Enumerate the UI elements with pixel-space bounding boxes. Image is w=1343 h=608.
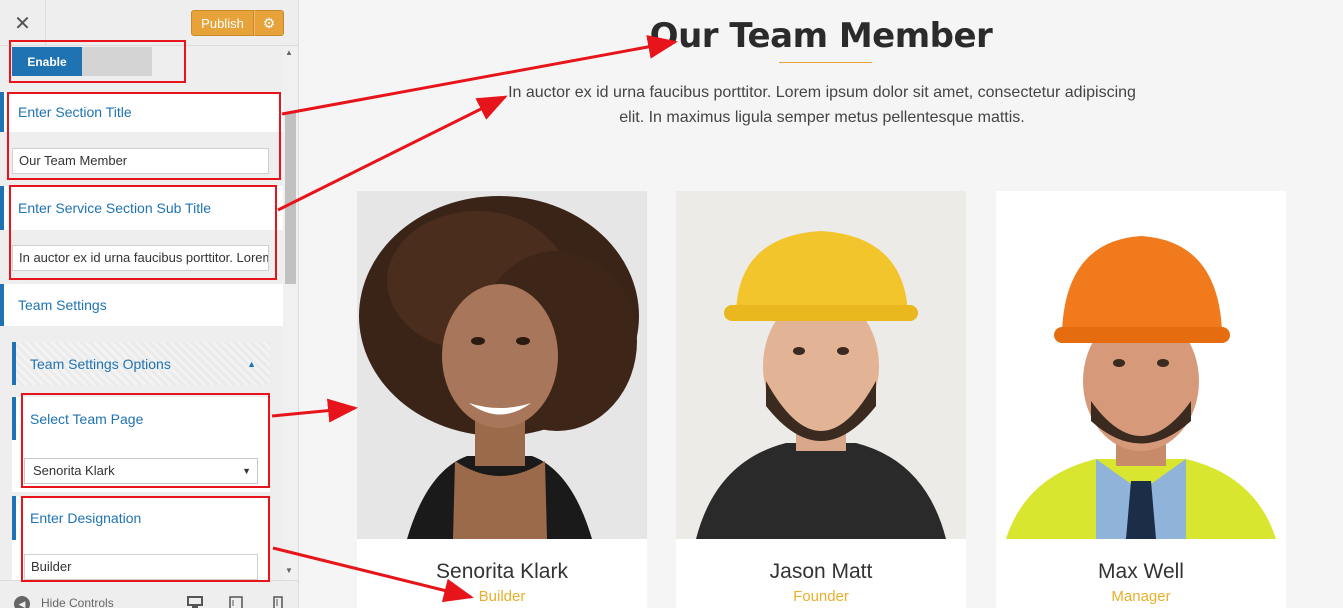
- customizer-footer: ◀ Hide Controls: [0, 580, 298, 608]
- hide-controls-button[interactable]: Hide Controls: [41, 596, 114, 608]
- section-title-label: Enter Section Title: [18, 104, 132, 120]
- designation-heading: Enter Designation: [12, 496, 270, 540]
- section-subtitle: In auctor ex id urna faucibus porttitor.…: [508, 84, 1136, 126]
- desktop-icon[interactable]: [187, 596, 203, 608]
- section-subtitle-heading: Enter Service Section Sub Title: [0, 186, 283, 230]
- section-title: Our Team Member: [649, 16, 993, 56]
- select-team-page-heading: Select Team Page: [12, 397, 270, 440]
- team-settings-heading[interactable]: Team Settings: [0, 284, 283, 326]
- customizer-window: ✕ Publish ⚙ ▲ ▼ Enable Enter Section Tit…: [0, 0, 1343, 608]
- enable-toggle-off[interactable]: [82, 47, 152, 76]
- team-card[interactable]: Max Well Manager: [996, 191, 1286, 608]
- close-icon[interactable]: ✕: [0, 0, 46, 46]
- chevron-down-icon: ▼: [242, 466, 251, 476]
- section-subtitle-input[interactable]: In auctor ex id urna faucibus porttitor.…: [12, 245, 269, 271]
- publish-button[interactable]: Publish: [191, 10, 254, 36]
- section-title-input[interactable]: Our Team Member: [12, 148, 269, 174]
- team-card[interactable]: Senorita Klark Builder: [357, 191, 647, 608]
- member-role: Builder: [478, 588, 526, 605]
- select-team-page-body: Senorita Klark ▼: [12, 440, 270, 492]
- member-photo: [676, 191, 966, 539]
- section-title-heading: Enter Section Title: [0, 92, 283, 132]
- section-title-body: Our Team Member: [4, 132, 283, 180]
- select-team-page-label: Select Team Page: [30, 410, 144, 427]
- member-name: Senorita Klark: [436, 560, 568, 583]
- tablet-icon[interactable]: [229, 596, 243, 608]
- team-page-select-value: Senorita Klark: [33, 463, 115, 478]
- member-name: Jason Matt: [769, 560, 873, 583]
- customizer-sidebar: ✕ Publish ⚙ ▲ ▼ Enable Enter Section Tit…: [0, 0, 299, 608]
- scroll-up-icon[interactable]: ▲: [285, 48, 293, 57]
- team-card[interactable]: Jason Matt Founder: [676, 191, 966, 608]
- member-photo: [357, 191, 647, 539]
- site-preview: Our Team Member In auctor ex id urna fau…: [299, 0, 1343, 608]
- member-role: Founder: [793, 588, 849, 605]
- collapse-icon[interactable]: ◀: [14, 596, 30, 608]
- section-subtitle-body: In auctor ex id urna faucibus porttitor.…: [4, 230, 283, 282]
- scroll-down-icon[interactable]: ▼: [285, 566, 293, 575]
- team-page-select[interactable]: Senorita Klark ▼: [24, 458, 258, 484]
- member-role: Manager: [1111, 588, 1171, 605]
- designation-input[interactable]: Builder: [24, 554, 258, 580]
- designation-body: Builder: [12, 540, 270, 580]
- team-settings-options-label: Team Settings Options: [30, 355, 171, 372]
- title-underline: [779, 62, 872, 63]
- team-settings-options-heading[interactable]: Team Settings Options ▲: [12, 342, 270, 385]
- section-subtitle-label: Enter Service Section Sub Title: [18, 200, 211, 216]
- designation-label: Enter Designation: [30, 510, 142, 526]
- member-name: Max Well: [1098, 560, 1184, 583]
- enable-toggle-on[interactable]: Enable: [12, 47, 82, 76]
- team-settings-label: Team Settings: [18, 297, 107, 313]
- caret-up-icon[interactable]: ▲: [247, 359, 256, 369]
- member-photo: [996, 191, 1286, 539]
- customizer-header: ✕ Publish ⚙: [0, 0, 298, 46]
- mobile-icon[interactable]: [273, 596, 283, 608]
- scrollbar-thumb[interactable]: [285, 112, 296, 284]
- gear-icon[interactable]: ⚙: [254, 10, 284, 36]
